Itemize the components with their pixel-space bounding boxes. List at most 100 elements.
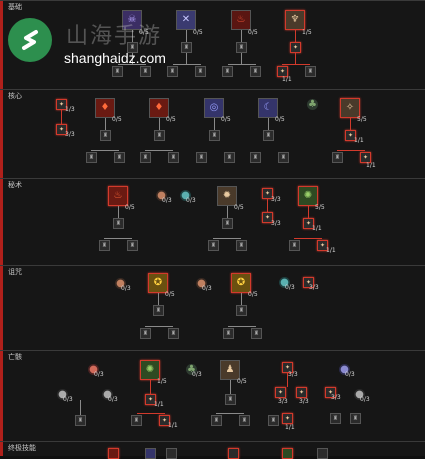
passive-node[interactable]: ♜ — [153, 305, 164, 316]
skill-count: 5/5 — [357, 116, 367, 123]
skill-node-blood-mist[interactable]: ♨ — [108, 186, 128, 206]
skill-count: 1/1 — [168, 422, 178, 429]
skill-count: 1/1 — [366, 162, 376, 169]
skill-node-red[interactable]: ♨ — [231, 10, 251, 30]
tower-icon: ♜ — [227, 395, 234, 403]
passive-node[interactable]: ♜ — [222, 66, 233, 77]
passive-node[interactable]: ♜ — [168, 152, 179, 163]
skill-count: 3/3 — [271, 220, 281, 227]
tower-icon: ♜ — [226, 153, 233, 161]
leaf-icon: ♣ — [308, 99, 317, 110]
passive-node[interactable]: ♜ — [223, 328, 234, 339]
passive-node[interactable]: ♜ — [114, 152, 125, 163]
tower-icon: ♜ — [352, 414, 359, 422]
tree-line — [230, 380, 231, 394]
passive-node[interactable]: ♜ — [236, 42, 247, 53]
ultimate-node[interactable] — [145, 448, 156, 459]
skill-node-iron-maiden[interactable]: ✪ — [231, 273, 251, 293]
skill-node-blue[interactable]: ☾ — [258, 98, 278, 118]
passive-node[interactable]: ♜ — [127, 240, 138, 251]
passive-node[interactable]: ♜ — [209, 130, 220, 141]
passive-node[interactable]: ♜ — [222, 218, 233, 229]
section-title: 诅咒 — [8, 268, 22, 276]
passive-node[interactable]: ♜ — [330, 413, 341, 424]
upgrade-node[interactable]: ♣ — [307, 99, 318, 110]
passive-node[interactable]: ♜ — [332, 152, 343, 163]
ultimate-node[interactable] — [282, 448, 293, 459]
passive-node[interactable]: ♜ — [350, 413, 361, 424]
passive-node[interactable]: ♜ — [225, 394, 236, 405]
tree-line — [228, 326, 256, 327]
tower-icon: ♜ — [224, 219, 231, 227]
tree-line — [145, 150, 173, 151]
passive-node[interactable]: ✦ — [282, 413, 293, 424]
passive-node[interactable]: ♜ — [154, 130, 165, 141]
skill-node-corpse-figure[interactable]: ♟ — [220, 360, 240, 380]
ultimate-node[interactable] — [317, 448, 328, 459]
tree-line — [159, 118, 160, 130]
passive-node[interactable]: ♜ — [251, 328, 262, 339]
passive-node[interactable]: ♜ — [239, 415, 250, 426]
section-ultimate: 终极技能 — [0, 441, 425, 456]
skill-count: 0/5 — [275, 116, 285, 123]
passive-node[interactable]: ♜ — [113, 218, 124, 229]
watermark-chinese: 山海手游 — [66, 24, 163, 49]
passive-node[interactable]: ♜ — [236, 240, 247, 251]
skill-count: 0/3 — [121, 285, 131, 292]
passive-node[interactable]: ♜ — [100, 130, 111, 141]
tower-icon: ♜ — [77, 416, 84, 424]
tower-icon: ♜ — [116, 153, 123, 161]
ultimate-node[interactable] — [108, 448, 119, 459]
passive-node[interactable]: ♜ — [278, 152, 289, 163]
skill-node-blue[interactable]: ✕ — [176, 10, 196, 30]
skill-node-red[interactable]: ♦ — [149, 98, 169, 118]
ultimate-node[interactable] — [166, 448, 177, 459]
passive-node[interactable]: ✦ — [290, 42, 301, 53]
section-title: 核心 — [8, 92, 22, 100]
passive-node[interactable]: ♜ — [131, 415, 142, 426]
passive-node[interactable]: ♜ — [86, 152, 97, 163]
blood-mist-icon: ♨ — [113, 190, 123, 201]
tree-line — [216, 413, 244, 414]
ultimate-node[interactable] — [228, 448, 239, 459]
passive-node[interactable]: ♜ — [196, 152, 207, 163]
skill-node-red[interactable]: ♦ — [95, 98, 115, 118]
passive-node[interactable]: ♜ — [140, 152, 151, 163]
passive-node[interactable]: ♜ — [140, 328, 151, 339]
passive-node[interactable]: ♜ — [75, 415, 86, 426]
skill-node-corpse-tendrils[interactable]: ✺ — [140, 360, 160, 380]
skill-node-decrepify[interactable]: ✪ — [148, 273, 168, 293]
passive-node[interactable]: ♜ — [250, 66, 261, 77]
passive-node[interactable]: ♜ — [305, 66, 316, 77]
skill-node-bone-splinters[interactable]: ✧ — [340, 98, 360, 118]
passive-node[interactable]: ♜ — [168, 328, 179, 339]
skill-node-blue[interactable]: ◎ — [204, 98, 224, 118]
passive-node[interactable]: ♜ — [208, 240, 219, 251]
tower-icon: ♜ — [142, 153, 149, 161]
curse-icon: ✪ — [153, 277, 163, 288]
skill-node-corpse-explosion[interactable]: ✹ — [217, 186, 237, 206]
skill-count: 1/3 — [65, 106, 75, 113]
passive-node[interactable]: ♜ — [99, 240, 110, 251]
passive-node[interactable]: ✦ — [275, 387, 286, 398]
skill-node-bone-spear[interactable]: ♆ — [285, 10, 305, 30]
passive-node[interactable]: ♜ — [263, 130, 274, 141]
tree-line-active — [294, 238, 322, 239]
tower-icon: ♜ — [332, 414, 339, 422]
tree-line — [104, 238, 132, 239]
sever-icon: ☾ — [263, 102, 273, 113]
passive-node[interactable]: ♜ — [211, 415, 222, 426]
passive-node[interactable]: ♜ — [250, 152, 261, 163]
passive-node[interactable]: ♜ — [181, 42, 192, 53]
passive-node[interactable]: ♜ — [268, 415, 279, 426]
tree-line — [241, 30, 242, 42]
passive-node[interactable]: ♜ — [224, 152, 235, 163]
passive-node[interactable]: ♜ — [289, 240, 300, 251]
passive-node[interactable]: ♜ — [195, 66, 206, 77]
skill-node-bone-prison[interactable]: ✺ — [298, 186, 318, 206]
skill-count: 1/1 — [154, 401, 164, 408]
bone-splinter-icon: ✧ — [345, 102, 355, 113]
passive-node[interactable]: ♜ — [236, 305, 247, 316]
passive-node[interactable]: ✦ — [296, 387, 307, 398]
tower-icon: ♜ — [253, 329, 260, 337]
